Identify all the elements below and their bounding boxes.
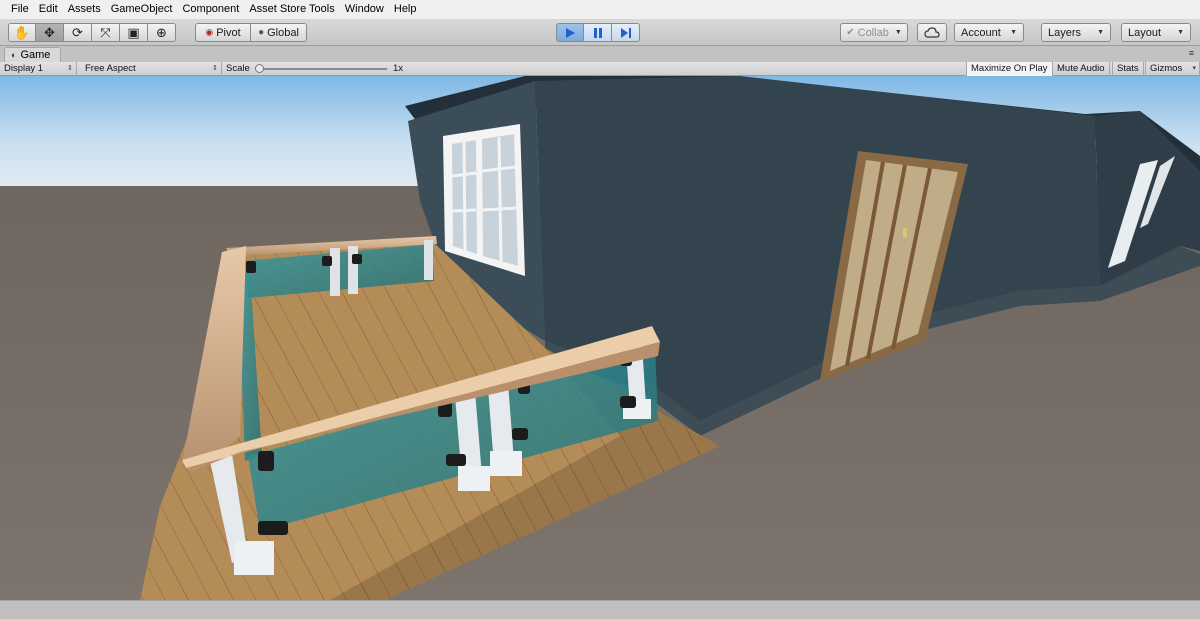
layout-dropdown[interactable]: Layout ▼ xyxy=(1121,23,1191,42)
cloud-icon xyxy=(924,27,940,38)
collab-group: ✔ Collab ▼ xyxy=(840,23,908,42)
move-tool-icon: ✥ xyxy=(44,24,55,40)
step-button[interactable] xyxy=(612,23,640,42)
global-button[interactable]: ● Global xyxy=(251,23,307,42)
updown-arrow-icon: ⇕ xyxy=(67,65,73,72)
account-label: Account xyxy=(961,26,1001,39)
layers-dropdown[interactable]: Layers ▼ xyxy=(1041,23,1111,42)
game-viewport[interactable] xyxy=(0,76,1200,600)
chevron-down-icon: ▼ xyxy=(1177,29,1184,36)
menu-assets[interactable]: Assets xyxy=(63,0,106,19)
transform-tools: ✋ ✥ ⟳ ⤧ ▣ ⊕ xyxy=(8,23,176,42)
cloud-group xyxy=(917,23,947,42)
rect-tool-icon: ▣ xyxy=(127,24,140,40)
pause-button[interactable] xyxy=(584,23,612,42)
tab-menu-icon[interactable]: ≡ xyxy=(1189,48,1194,58)
rect-tool-button[interactable]: ▣ xyxy=(120,23,148,42)
post-back-3 xyxy=(424,240,433,280)
scale-tool-icon: ⤧ xyxy=(100,24,111,40)
toolbar: ✋ ✥ ⟳ ⤧ ▣ ⊕ ◉ Pivot ● Global ✔ Collab ▼ xyxy=(0,19,1200,46)
scale-slider-thumb[interactable] xyxy=(255,64,264,73)
pivot-button[interactable]: ◉ Pivot xyxy=(195,23,251,42)
rotate-tool-icon: ⟳ xyxy=(72,24,83,40)
menu-file[interactable]: File xyxy=(6,0,34,19)
menu-gameobject[interactable]: GameObject xyxy=(106,0,178,19)
check-icon: ✔ xyxy=(846,27,855,38)
menu-asset-store-tools[interactable]: Asset Store Tools xyxy=(244,0,339,19)
play-icon xyxy=(566,27,575,38)
house-window xyxy=(443,124,525,276)
account-dropdown[interactable]: Account ▼ xyxy=(954,23,1024,42)
tab-bar: ◐ Game ≡ xyxy=(0,46,1200,62)
chevron-down-icon: ▼ xyxy=(1010,29,1017,36)
step-icon xyxy=(620,27,631,38)
layers-group: Layers ▼ xyxy=(1041,23,1111,42)
menu-bar: File Edit Assets GameObject Component Asset S… xyxy=(0,0,1200,19)
scale-label: Scale xyxy=(226,63,250,74)
tab-game-label: Game xyxy=(20,49,51,61)
post-back-2 xyxy=(348,246,358,294)
chevron-down-icon: ▼ xyxy=(894,29,902,36)
hand-tool-icon: ✋ xyxy=(13,24,31,40)
tab-game[interactable]: ◐ Game xyxy=(4,47,62,62)
menu-help[interactable]: Help xyxy=(389,0,422,19)
cloud-button[interactable] xyxy=(917,23,947,42)
aspect-label: Free Aspect xyxy=(85,63,136,74)
scale-tool-button[interactable]: ⤧ xyxy=(92,23,120,42)
rotate-tool-button[interactable]: ⟳ xyxy=(64,23,92,42)
game-view-toolbar: Display 1 ⇕ Free Aspect ⇕ Scale 1x Maxim… xyxy=(0,62,1200,76)
menu-component[interactable]: Component xyxy=(177,0,244,19)
status-bar xyxy=(0,600,1200,619)
chevron-down-icon: ▾ xyxy=(1192,65,1196,72)
pause-icon xyxy=(593,27,602,38)
globe-icon: ● xyxy=(258,27,265,38)
game-render xyxy=(0,76,1200,600)
maximize-on-play-toggle[interactable]: Maximize On Play xyxy=(966,62,1053,76)
transform-tool-icon: ⊕ xyxy=(156,24,167,40)
collab-button[interactable]: ✔ Collab ▼ xyxy=(840,23,908,42)
scale-value: 1x xyxy=(393,63,404,74)
mute-audio-toggle[interactable]: Mute Audio xyxy=(1052,62,1110,76)
chevron-down-icon: ▼ xyxy=(1097,29,1104,36)
account-group: Account ▼ xyxy=(954,23,1024,42)
pivot-icon: ◉ xyxy=(205,27,214,37)
stats-toggle[interactable]: Stats xyxy=(1112,62,1144,76)
global-label: Global xyxy=(267,26,299,39)
scale-slider-track[interactable] xyxy=(262,68,387,70)
pivot-global-group: ◉ Pivot ● Global xyxy=(195,23,307,42)
hand-tool-button[interactable]: ✋ xyxy=(8,23,36,42)
play-button[interactable] xyxy=(556,23,584,42)
pivot-label: Pivot xyxy=(216,26,241,39)
gamepad-icon: ◐ xyxy=(11,50,17,60)
display-dropdown[interactable]: Display 1 ⇕ xyxy=(0,62,77,76)
collab-label: Collab xyxy=(857,26,889,39)
gizmos-dropdown[interactable]: Gizmos ▾ xyxy=(1145,62,1200,76)
aspect-dropdown[interactable]: Free Aspect ⇕ xyxy=(81,62,222,76)
play-controls xyxy=(556,23,640,42)
display-label: Display 1 xyxy=(4,63,44,74)
gizmos-label: Gizmos xyxy=(1150,63,1183,74)
menu-edit[interactable]: Edit xyxy=(34,0,63,19)
layers-label: Layers xyxy=(1048,26,1082,39)
menu-window[interactable]: Window xyxy=(340,0,389,19)
post-back-1 xyxy=(330,248,340,296)
move-tool-button[interactable]: ✥ xyxy=(36,23,64,42)
updown-arrow-icon: ⇕ xyxy=(212,65,218,72)
transform-tool-button[interactable]: ⊕ xyxy=(148,23,176,42)
layout-label: Layout xyxy=(1128,26,1162,39)
layout-group: Layout ▼ xyxy=(1121,23,1191,42)
